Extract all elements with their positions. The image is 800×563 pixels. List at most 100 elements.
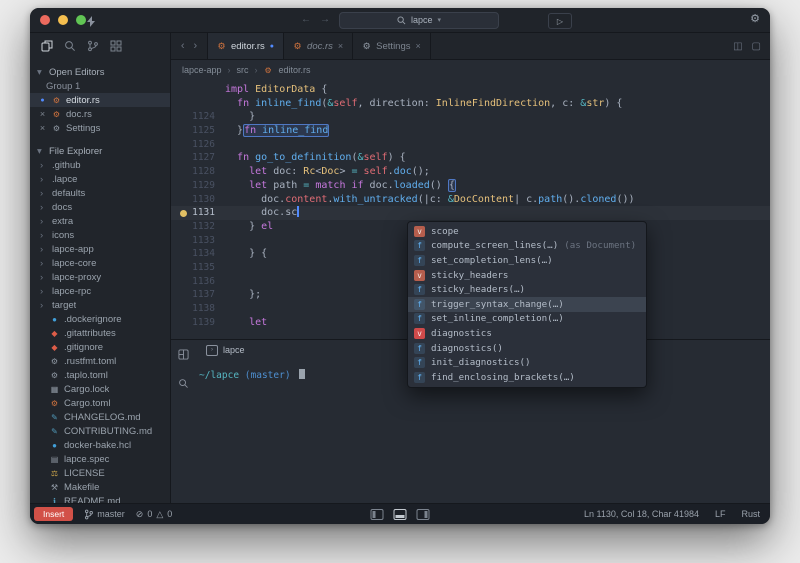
tab-Settings[interactable]: ⚙Settings×	[353, 33, 431, 59]
panel-search-icon[interactable]	[178, 376, 189, 394]
file-item[interactable]: ⚙Cargo.toml	[30, 396, 170, 410]
close-icon[interactable]: ×	[338, 41, 343, 51]
source-control-panel-icon[interactable]	[87, 40, 99, 52]
breadcrumb-item[interactable]: lapce-app	[182, 65, 222, 75]
tab-doc.rs[interactable]: ⚙doc.rs×	[284, 33, 353, 59]
terminal-tab[interactable]: › lapce	[199, 340, 252, 360]
rust-icon: ⚙	[217, 41, 226, 52]
folder-item[interactable]: ›lapce-core	[30, 256, 170, 270]
line-number-text: 1125	[192, 125, 215, 136]
close-icon[interactable]: ×	[416, 41, 421, 51]
file-item[interactable]: ✎CHANGELOG.md	[30, 410, 170, 424]
split-editor-icon[interactable]: ◫	[733, 41, 742, 52]
file-item[interactable]: ◆.gitattributes	[30, 326, 170, 340]
navigate-forward-icon[interactable]: →	[320, 15, 330, 25]
file-name: Makefile	[64, 482, 99, 493]
code-line[interactable]: 1128 let doc: Rc<Doc> = self.doc();	[171, 165, 770, 179]
folder-item[interactable]: ›lapce-app	[30, 242, 170, 256]
completion-item[interactable]: vscope	[408, 224, 646, 239]
completion-item[interactable]: ffind_enclosing_brackets(…)	[408, 370, 646, 385]
folder-item[interactable]: ›lapce-rpc	[30, 284, 170, 298]
completion-item[interactable]: finit_diagnostics()	[408, 355, 646, 370]
file-explorer-panel-icon[interactable]	[41, 40, 53, 52]
zoom-window-button[interactable]	[76, 15, 86, 25]
navigate-back-icon[interactable]: ←	[301, 15, 311, 25]
line-number: 1139	[171, 316, 225, 330]
folder-item[interactable]: ›.lapce	[30, 172, 170, 186]
code-line[interactable]: 1127 fn go_to_definition(&self) {	[171, 151, 770, 165]
file-item[interactable]: ✎CONTRIBUTING.md	[30, 424, 170, 438]
tab-editor.rs[interactable]: ⚙editor.rs●	[207, 33, 284, 59]
completion-item[interactable]: fset_completion_lens(…)	[408, 253, 646, 268]
file-item[interactable]: ●.dockerignore	[30, 312, 170, 326]
code-line[interactable]: 1124 }	[171, 110, 770, 124]
completion-item[interactable]: fdiagnostics()	[408, 341, 646, 356]
line-number-text: 1138	[192, 303, 215, 314]
code-token: let	[249, 317, 273, 328]
breadcrumb[interactable]: lapce-app›src›⚙editor.rs	[171, 60, 770, 80]
completion-label: sticky_headers	[431, 270, 508, 281]
code-line[interactable]: 1126	[171, 138, 770, 152]
toggle-left-panel-icon[interactable]	[371, 509, 384, 520]
previous-tab-icon[interactable]: ‹	[181, 40, 185, 52]
file-item[interactable]: ●docker-bake.hcl	[30, 438, 170, 452]
workspace-search-button[interactable]: lapce ▾	[339, 12, 499, 29]
file-item[interactable]: ▦Cargo.lock	[30, 382, 170, 396]
close-icon[interactable]: ×	[38, 123, 47, 133]
completion-item[interactable]: fcompute_screen_lines(…)(as Document)	[408, 239, 646, 254]
code-action-lightbulb-icon[interactable]	[180, 210, 187, 217]
folder-item[interactable]: ›target	[30, 298, 170, 312]
editor-menu-icon[interactable]: ▢	[752, 41, 761, 52]
breadcrumb-item[interactable]: editor.rs	[279, 65, 311, 75]
line-number: 1133	[171, 234, 225, 248]
file-item[interactable]: ℹREADME.md	[30, 494, 170, 503]
folder-name: defaults	[52, 188, 85, 199]
open-editor-item[interactable]: ×⚙doc.rs	[30, 107, 170, 121]
plugins-panel-icon[interactable]	[110, 40, 122, 52]
file-item[interactable]: ⚖LICENSE	[30, 466, 170, 480]
folder-item[interactable]: ›docs	[30, 200, 170, 214]
next-tab-icon[interactable]: ›	[194, 40, 198, 52]
toggle-right-panel-icon[interactable]	[417, 509, 430, 520]
settings-gear-icon[interactable]: ⚙	[750, 13, 760, 26]
folder-item[interactable]: ›extra	[30, 214, 170, 228]
file-item[interactable]: ◆.gitignore	[30, 340, 170, 354]
folder-item[interactable]: ›icons	[30, 228, 170, 242]
code-line[interactable]: 1125 }fn inline_find	[171, 124, 770, 138]
code-line[interactable]: 1129 let path = match if doc.loaded() {	[171, 179, 770, 193]
open-editor-item[interactable]: ×⚙Settings	[30, 121, 170, 135]
language-mode[interactable]: Rust	[741, 509, 760, 519]
completion-item[interactable]: ftrigger_syntax_change(…)	[408, 297, 646, 312]
open-editor-item[interactable]: ●⚙editor.rs	[30, 93, 170, 107]
file-item[interactable]: ⚙.taplo.toml	[30, 368, 170, 382]
folder-item[interactable]: ›defaults	[30, 186, 170, 200]
mode-badge[interactable]: Insert	[34, 507, 73, 521]
folder-item[interactable]: ›lapce-proxy	[30, 270, 170, 284]
folder-item[interactable]: ›.github	[30, 158, 170, 172]
close-window-button[interactable]	[40, 15, 50, 25]
completion-item[interactable]: fsticky_headers(…)	[408, 282, 646, 297]
terminal-view-icon[interactable]	[178, 347, 189, 365]
completion-item[interactable]: fset_inline_completion(…)	[408, 312, 646, 327]
code-line[interactable]: 1130 doc.content.with_untracked(|c: &Doc…	[171, 193, 770, 207]
file-item[interactable]: ⚙.rustfmt.toml	[30, 354, 170, 368]
titlebar[interactable]: ← → lapce ▾ ▷ ⚙	[30, 8, 770, 33]
breadcrumb-item[interactable]: src	[237, 65, 249, 75]
file-item[interactable]: ▤lapce.spec	[30, 452, 170, 466]
minimize-window-button[interactable]	[58, 15, 68, 25]
close-icon[interactable]: ×	[38, 109, 47, 119]
cursor-position[interactable]: Ln 1130, Col 18, Char 41984	[584, 509, 699, 519]
completion-item[interactable]: vdiagnostics	[408, 326, 646, 341]
code-line[interactable]: 1131 doc.sc	[171, 206, 770, 220]
toggle-bottom-panel-icon[interactable]	[394, 509, 407, 520]
run-button[interactable]: ▷	[548, 13, 572, 29]
line-number: 1131	[171, 206, 225, 220]
file-explorer-header[interactable]: ▾ File Explorer	[30, 144, 170, 158]
search-panel-icon[interactable]	[64, 40, 76, 52]
file-item[interactable]: ⚒Makefile	[30, 480, 170, 494]
problems-indicator[interactable]: ⊘ 0 △ 0	[136, 509, 173, 520]
open-editors-header[interactable]: ▾ Open Editors	[30, 65, 170, 79]
completion-item[interactable]: vsticky_headers	[408, 268, 646, 283]
line-ending[interactable]: LF	[715, 509, 726, 519]
branch-indicator[interactable]: master	[84, 509, 125, 520]
